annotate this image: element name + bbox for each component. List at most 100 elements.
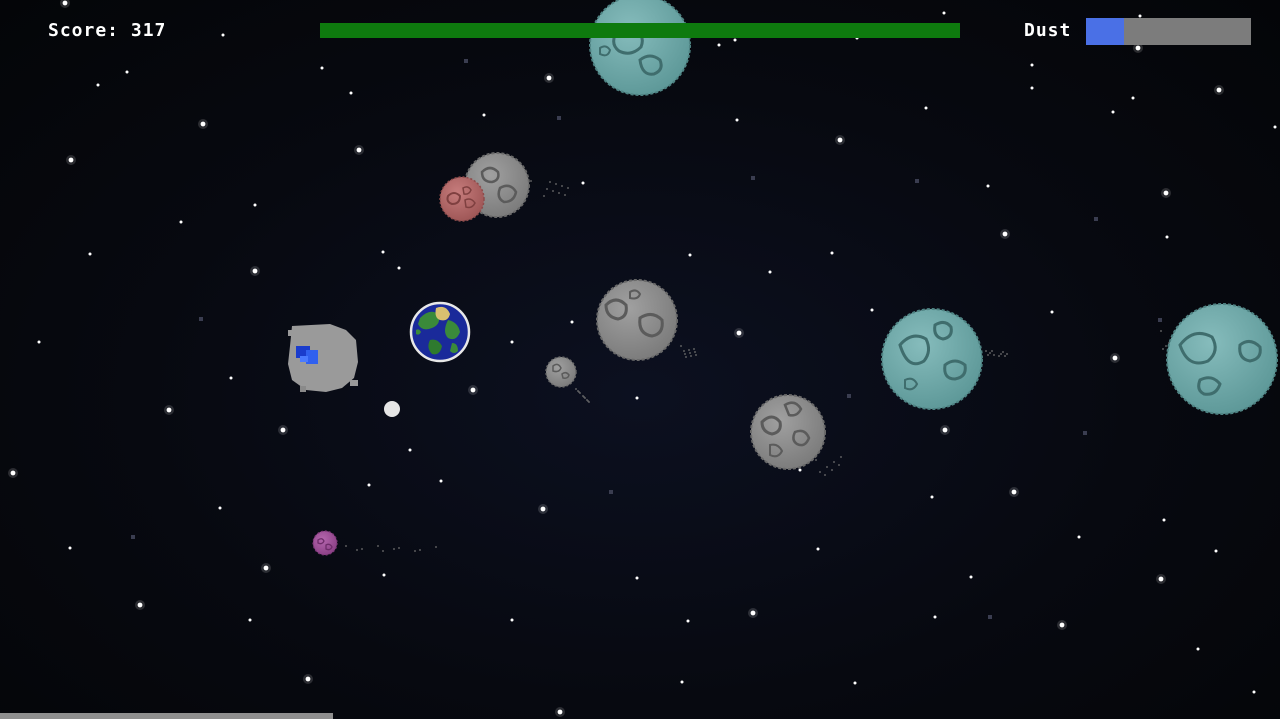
star-icon [218, 506, 222, 510]
faint-star-icon [988, 615, 992, 619]
star-icon [439, 479, 443, 483]
star-icon [733, 38, 737, 42]
star-icon [221, 33, 225, 37]
star-icon [933, 615, 937, 619]
star-icon [382, 573, 386, 577]
star-icon [68, 546, 72, 550]
dust-particle [546, 188, 548, 190]
moon-icon [384, 401, 400, 417]
star-glow [8, 468, 18, 478]
faint-star-icon [609, 490, 613, 494]
dust-particle [694, 351, 696, 353]
star-icon [816, 547, 820, 551]
star-icon [367, 483, 371, 487]
game-viewport[interactable]: Score: 317 Dust [0, 0, 1280, 719]
asteroid-gray-small [545, 356, 577, 388]
asteroid-purple [312, 530, 338, 556]
star-icon [870, 308, 874, 312]
dust-particle [688, 349, 690, 351]
star-icon [635, 576, 639, 580]
star-icon [680, 680, 684, 684]
star-glow [734, 328, 744, 338]
star-icon [1111, 110, 1115, 114]
dust-particle [567, 187, 569, 189]
dust-particle [582, 395, 584, 397]
faint-star-icon [751, 176, 755, 180]
dust-particle [685, 356, 687, 358]
star-icon [349, 91, 353, 95]
dust-particle [361, 548, 363, 550]
star-icon [798, 468, 802, 472]
star-icon [482, 113, 486, 117]
star-icon [635, 396, 639, 400]
dust-particle [815, 459, 817, 461]
star-glow [1156, 574, 1166, 584]
dust-particle [345, 545, 347, 547]
faint-star-icon [915, 179, 919, 183]
dust-particle [824, 474, 826, 476]
star-icon [1030, 63, 1034, 67]
star-icon [688, 253, 692, 257]
dust-particle [586, 399, 588, 401]
star-icon [942, 11, 946, 15]
dust-particle [398, 547, 400, 549]
star-icon [179, 220, 183, 224]
star-icon [1077, 535, 1081, 539]
health-bar [320, 23, 960, 38]
health-bar-fill [320, 23, 960, 38]
faint-star-icon [1094, 217, 1098, 221]
dust-particle [683, 350, 685, 352]
score-label: Score: 317 [48, 20, 167, 41]
star-glow [1214, 85, 1224, 95]
asteroid-red [439, 176, 485, 222]
dust-particle [575, 388, 577, 390]
dust-particle [393, 548, 395, 550]
dust-particle [987, 354, 989, 356]
dust-particle [819, 471, 821, 473]
dust-particle [419, 549, 421, 551]
star-glow [66, 155, 76, 165]
star-icon [1131, 96, 1135, 100]
star-glow [1110, 353, 1120, 363]
star-glow [354, 145, 364, 155]
star-glow [164, 405, 174, 415]
star-icon [1252, 690, 1256, 694]
dust-particle [840, 456, 842, 458]
star-icon [37, 340, 41, 344]
earth-planet-icon [409, 301, 471, 363]
dust-particle [549, 181, 551, 183]
star-glow [835, 135, 845, 145]
star-icon [510, 618, 514, 622]
asteroid-gray-lower [750, 394, 826, 470]
star-icon [686, 619, 690, 623]
star-icon [1196, 647, 1200, 651]
star-icon [768, 270, 772, 274]
dust-particle [695, 354, 697, 356]
star-glow [303, 674, 313, 684]
dust-particle [680, 345, 682, 347]
dust-particle [1162, 348, 1164, 350]
star-icon [229, 376, 233, 380]
star-icon [1165, 235, 1169, 239]
dust-particle [577, 390, 579, 392]
star-icon [96, 83, 100, 87]
asteroid-teal-top [589, 0, 691, 96]
asteroid-gray-center [596, 279, 678, 361]
star-icon [381, 250, 385, 254]
star-icon [253, 203, 257, 207]
star-glow [1000, 229, 1010, 239]
dust-particle [693, 348, 695, 350]
star-glow [278, 425, 288, 435]
star-icon [570, 320, 574, 324]
dust-particle [991, 350, 993, 352]
dust-particle [435, 546, 437, 548]
star-icon [581, 181, 585, 185]
dust-particle [530, 180, 532, 182]
star-icon [1030, 86, 1034, 90]
dust-particle [989, 352, 991, 354]
star-icon [735, 118, 739, 122]
star-glow [940, 425, 950, 435]
dust-particle [684, 353, 686, 355]
dust-cloud-icon [288, 324, 358, 392]
dust-particle [552, 190, 554, 192]
